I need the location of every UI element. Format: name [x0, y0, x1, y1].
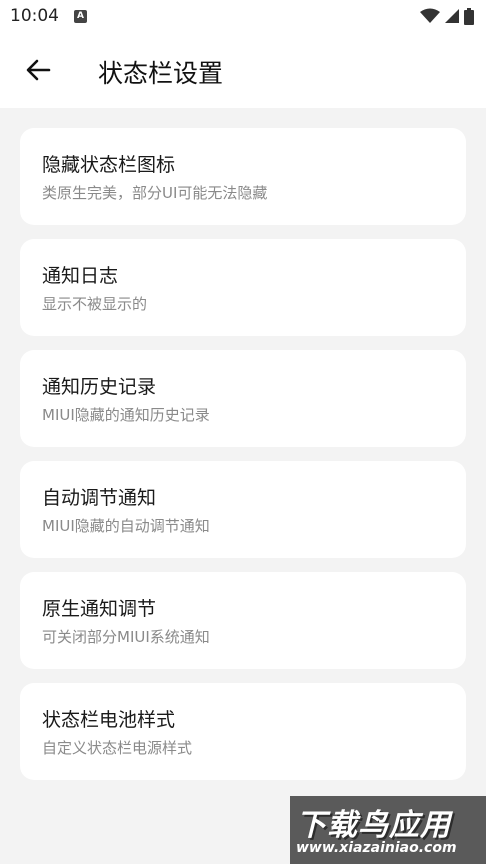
status-time: 10:04	[10, 6, 59, 26]
watermark-url: www.xiazainiao.com	[296, 840, 457, 856]
status-icons	[420, 6, 474, 26]
setting-subtitle: 显示不被显示的	[42, 295, 148, 313]
settings-list: 隐藏状态栏图标 类原生完美，部分UI可能无法隐藏 通知日志 显示不被显示的 通知…	[20, 128, 466, 794]
setting-subtitle: 自定义状态栏电源样式	[42, 739, 193, 757]
arrow-left-icon	[26, 59, 51, 81]
watermark: 下载鸟应用 www.xiazainiao.com	[290, 796, 486, 864]
cellular-signal-icon	[445, 9, 459, 23]
app-bar: 状态栏设置	[0, 34, 486, 108]
setting-subtitle: MIUI隐藏的通知历史记录	[42, 406, 210, 424]
setting-item-notification-log[interactable]: 通知日志 显示不被显示的	[20, 239, 466, 336]
wifi-icon	[420, 8, 440, 23]
setting-item-hide-status-icons[interactable]: 隐藏状态栏图标 类原生完美，部分UI可能无法隐藏	[20, 128, 466, 225]
setting-title: 通知日志	[42, 265, 119, 287]
page-title: 状态栏设置	[98, 59, 224, 88]
setting-subtitle: MIUI隐藏的自动调节通知	[42, 517, 210, 535]
back-button[interactable]	[16, 48, 60, 92]
setting-title: 原生通知调节	[42, 598, 157, 620]
setting-title: 通知历史记录	[42, 376, 157, 398]
setting-subtitle: 可关闭部分MIUI系统通知	[42, 628, 210, 646]
setting-title: 状态栏电池样式	[42, 709, 176, 731]
battery-icon	[464, 7, 474, 25]
watermark-logo-text: 下载鸟应用	[296, 808, 451, 843]
setting-item-auto-adjust-notification[interactable]: 自动调节通知 MIUI隐藏的自动调节通知	[20, 461, 466, 558]
setting-title: 自动调节通知	[42, 487, 157, 509]
status-bar: 10:04 A	[0, 0, 486, 34]
setting-title: 隐藏状态栏图标	[42, 154, 176, 176]
notification-a-icon: A	[74, 10, 87, 23]
setting-subtitle: 类原生完美，部分UI可能无法隐藏	[42, 184, 268, 202]
setting-item-battery-style[interactable]: 状态栏电池样式 自定义状态栏电源样式	[20, 683, 466, 780]
setting-item-notification-history[interactable]: 通知历史记录 MIUI隐藏的通知历史记录	[20, 350, 466, 447]
setting-item-native-notification-adjust[interactable]: 原生通知调节 可关闭部分MIUI系统通知	[20, 572, 466, 669]
